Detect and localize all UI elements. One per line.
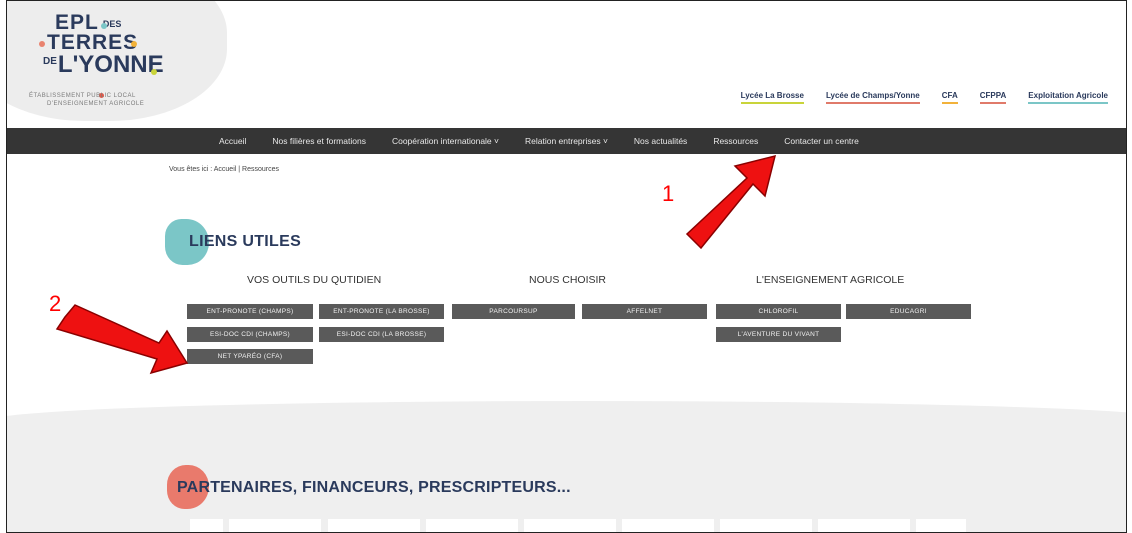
link-chlorofil[interactable]: CHLOROFIL (716, 304, 841, 319)
section-title-partenaires: PARTENAIRES, FINANCEURS, PRESCRIPTEURS..… (177, 479, 571, 496)
toplink-lycee-la-brosse[interactable]: Lycée La Brosse (731, 91, 814, 104)
nav-item-relation-entreprises[interactable]: Relation entreprises ˅ (525, 136, 608, 146)
annotation-arrow-1 (685, 154, 777, 250)
top-school-links: Lycée La Brosse Lycée de Champs/Yonne CF… (729, 91, 1118, 104)
link-ent-pronote-champs[interactable]: ENT-PRONOTE (CHAMPS) (187, 304, 313, 319)
partner-card[interactable] (916, 519, 966, 532)
partner-card[interactable] (426, 519, 518, 532)
logo-dot-teal (101, 23, 107, 29)
logo-tagline-2: D'ENSEIGNEMENT AGRICOLE (47, 101, 145, 107)
toplink-exploitation-agricole[interactable]: Exploitation Agricole (1018, 91, 1118, 104)
column-title-outils: VOS OUTILS DU QUTIDIEN (247, 274, 382, 286)
column-title-enseignement: L'ENSEIGNEMENT AGRICOLE (756, 274, 905, 286)
partner-card[interactable] (190, 519, 223, 532)
partner-card[interactable] (328, 519, 420, 532)
main-nav: Accueil Nos filières et formations Coopé… (7, 128, 1126, 154)
partner-card[interactable] (524, 519, 616, 532)
link-educagri[interactable]: EDUCAGRI (846, 304, 971, 319)
logo-dot-yellow (131, 41, 137, 47)
annotation-number-1: 1 (662, 181, 675, 206)
section-title-liens-utiles: LIENS UTILES (189, 233, 302, 250)
nav-item-accueil[interactable]: Accueil (219, 136, 246, 146)
link-esi-doc-champs[interactable]: ESI-DOC CDI (CHAMPS) (187, 327, 313, 342)
browser-frame: EPL DES TERRES DEL'YONNE ÉTABLISSEMENT PU… (6, 0, 1127, 533)
partner-card[interactable] (229, 519, 321, 532)
logo-dot-green (151, 69, 157, 75)
link-parcoursup[interactable]: PARCOURSUP (452, 304, 575, 319)
link-aventure-du-vivant[interactable]: L'AVENTURE DU VIVANT (716, 327, 841, 342)
column-title-nous-choisir: NOUS CHOISIR (529, 274, 607, 286)
logo-line3: DEL'YONNE (43, 51, 164, 78)
partner-card[interactable] (818, 519, 910, 532)
annotation-arrow-2 (55, 304, 189, 375)
nav-item-contacter[interactable]: Contacter un centre (784, 136, 859, 146)
logo-tagline-1: ÉTABLISSEMENT PUBLIC LOCAL (29, 93, 136, 99)
toplink-lycee-champs[interactable]: Lycée de Champs/Yonne (816, 91, 930, 104)
site-logo[interactable]: EPL DES TERRES DEL'YONNE ÉTABLISSEMENT PU… (29, 11, 219, 116)
link-affelnet[interactable]: AFFELNET (582, 304, 707, 319)
toplink-cfppa[interactable]: CFPPA (970, 91, 1017, 104)
link-esi-doc-la-brosse[interactable]: ESI-DOC CDI (LA BROSSE) (319, 327, 444, 342)
breadcrumb: Vous êtes ici : Accueil | Ressources (169, 166, 279, 173)
link-net-ypareo-cfa[interactable]: NET YPARÉO (CFA) (187, 349, 313, 364)
link-ent-pronote-la-brosse[interactable]: ENT-PRONOTE (LA BROSSE) (319, 304, 444, 319)
partner-card[interactable] (720, 519, 812, 532)
logo-dot-orange (39, 41, 45, 47)
toplink-cfa[interactable]: CFA (932, 91, 968, 104)
nav-item-cooperation[interactable]: Coopération internationale ˅ (392, 136, 499, 146)
nav-item-filieres[interactable]: Nos filières et formations (272, 136, 366, 146)
partner-card[interactable] (622, 519, 714, 532)
